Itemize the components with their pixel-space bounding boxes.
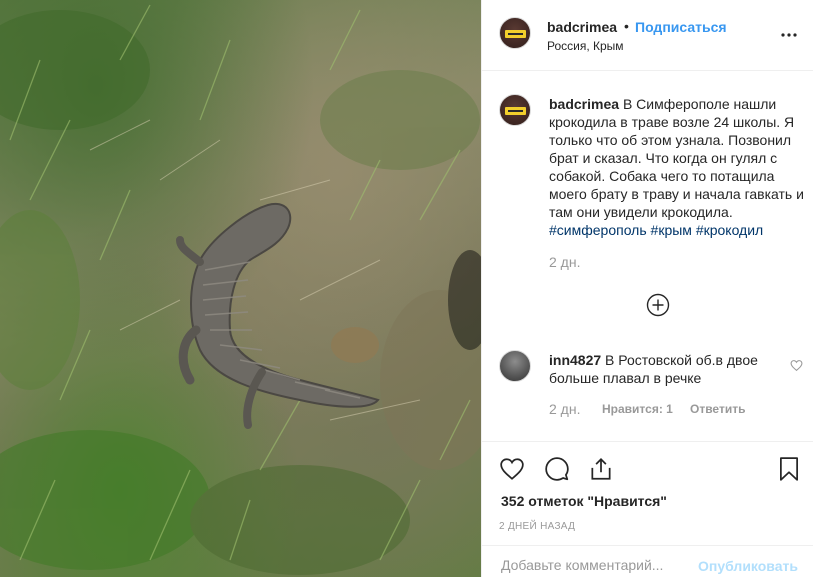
bookmark-icon [780, 457, 798, 481]
publish-button[interactable]: Опубликовать [698, 558, 798, 574]
plus-circle-icon [646, 293, 670, 317]
save-button[interactable] [776, 456, 802, 482]
share-icon [591, 458, 611, 480]
comment-button[interactable] [544, 456, 570, 482]
caption-author-avatar[interactable] [499, 94, 531, 126]
hashtag-link[interactable]: #крым [651, 222, 692, 238]
caption-time: 2 дн. [549, 254, 581, 270]
author-username[interactable]: badcrimea [547, 19, 617, 35]
share-button[interactable] [588, 456, 614, 482]
post-actions: 352 отметок "Нравится" 2 дней назад [482, 441, 813, 545]
more-options-icon[interactable] [781, 24, 797, 38]
crocodile-figure [176, 202, 380, 429]
heart-icon [500, 458, 524, 480]
comment-like-button[interactable] [790, 359, 803, 372]
comment-likes-link[interactable]: Нравится: 1 [602, 402, 673, 416]
commenter-avatar[interactable] [499, 350, 531, 382]
caption-username[interactable]: badcrimea [549, 96, 619, 112]
post-location[interactable]: Россия, Крым [547, 39, 624, 53]
caption-text: В Симферополе нашли крокодила в траве во… [549, 96, 804, 220]
hashtag-link[interactable]: #симферополь [549, 222, 647, 238]
like-button[interactable] [499, 456, 525, 482]
post-photo[interactable] [0, 0, 481, 577]
separator-dot: • [624, 18, 629, 34]
heart-icon [790, 360, 803, 372]
post-panel: badcrimea • Подписаться Россия, Крым bad… [481, 0, 813, 577]
crocodile-photo [0, 4, 481, 575]
hashtag-link[interactable]: #крокодил [696, 222, 763, 238]
comment: inn4827 В Ростовской об.в двое больше пл… [549, 351, 777, 387]
add-comment-bar: Опубликовать [482, 545, 813, 577]
post-header: badcrimea • Подписаться Россия, Крым [482, 0, 813, 71]
post-caption: badcrimea В Симферополе нашли крокодила … [549, 95, 807, 239]
likes-count[interactable]: 352 отметок "Нравится" [501, 493, 667, 509]
author-avatar[interactable] [499, 17, 531, 49]
comment-username[interactable]: inn4827 [549, 352, 601, 368]
comment-reply-button[interactable]: Ответить [690, 402, 745, 416]
comment-time: 2 дн. [549, 401, 581, 417]
comment-input[interactable] [501, 557, 691, 573]
post-date: 2 дней назад [499, 521, 576, 532]
follow-button[interactable]: Подписаться [635, 19, 727, 35]
comment-icon [545, 457, 569, 481]
load-more-comments-button[interactable] [646, 293, 670, 317]
